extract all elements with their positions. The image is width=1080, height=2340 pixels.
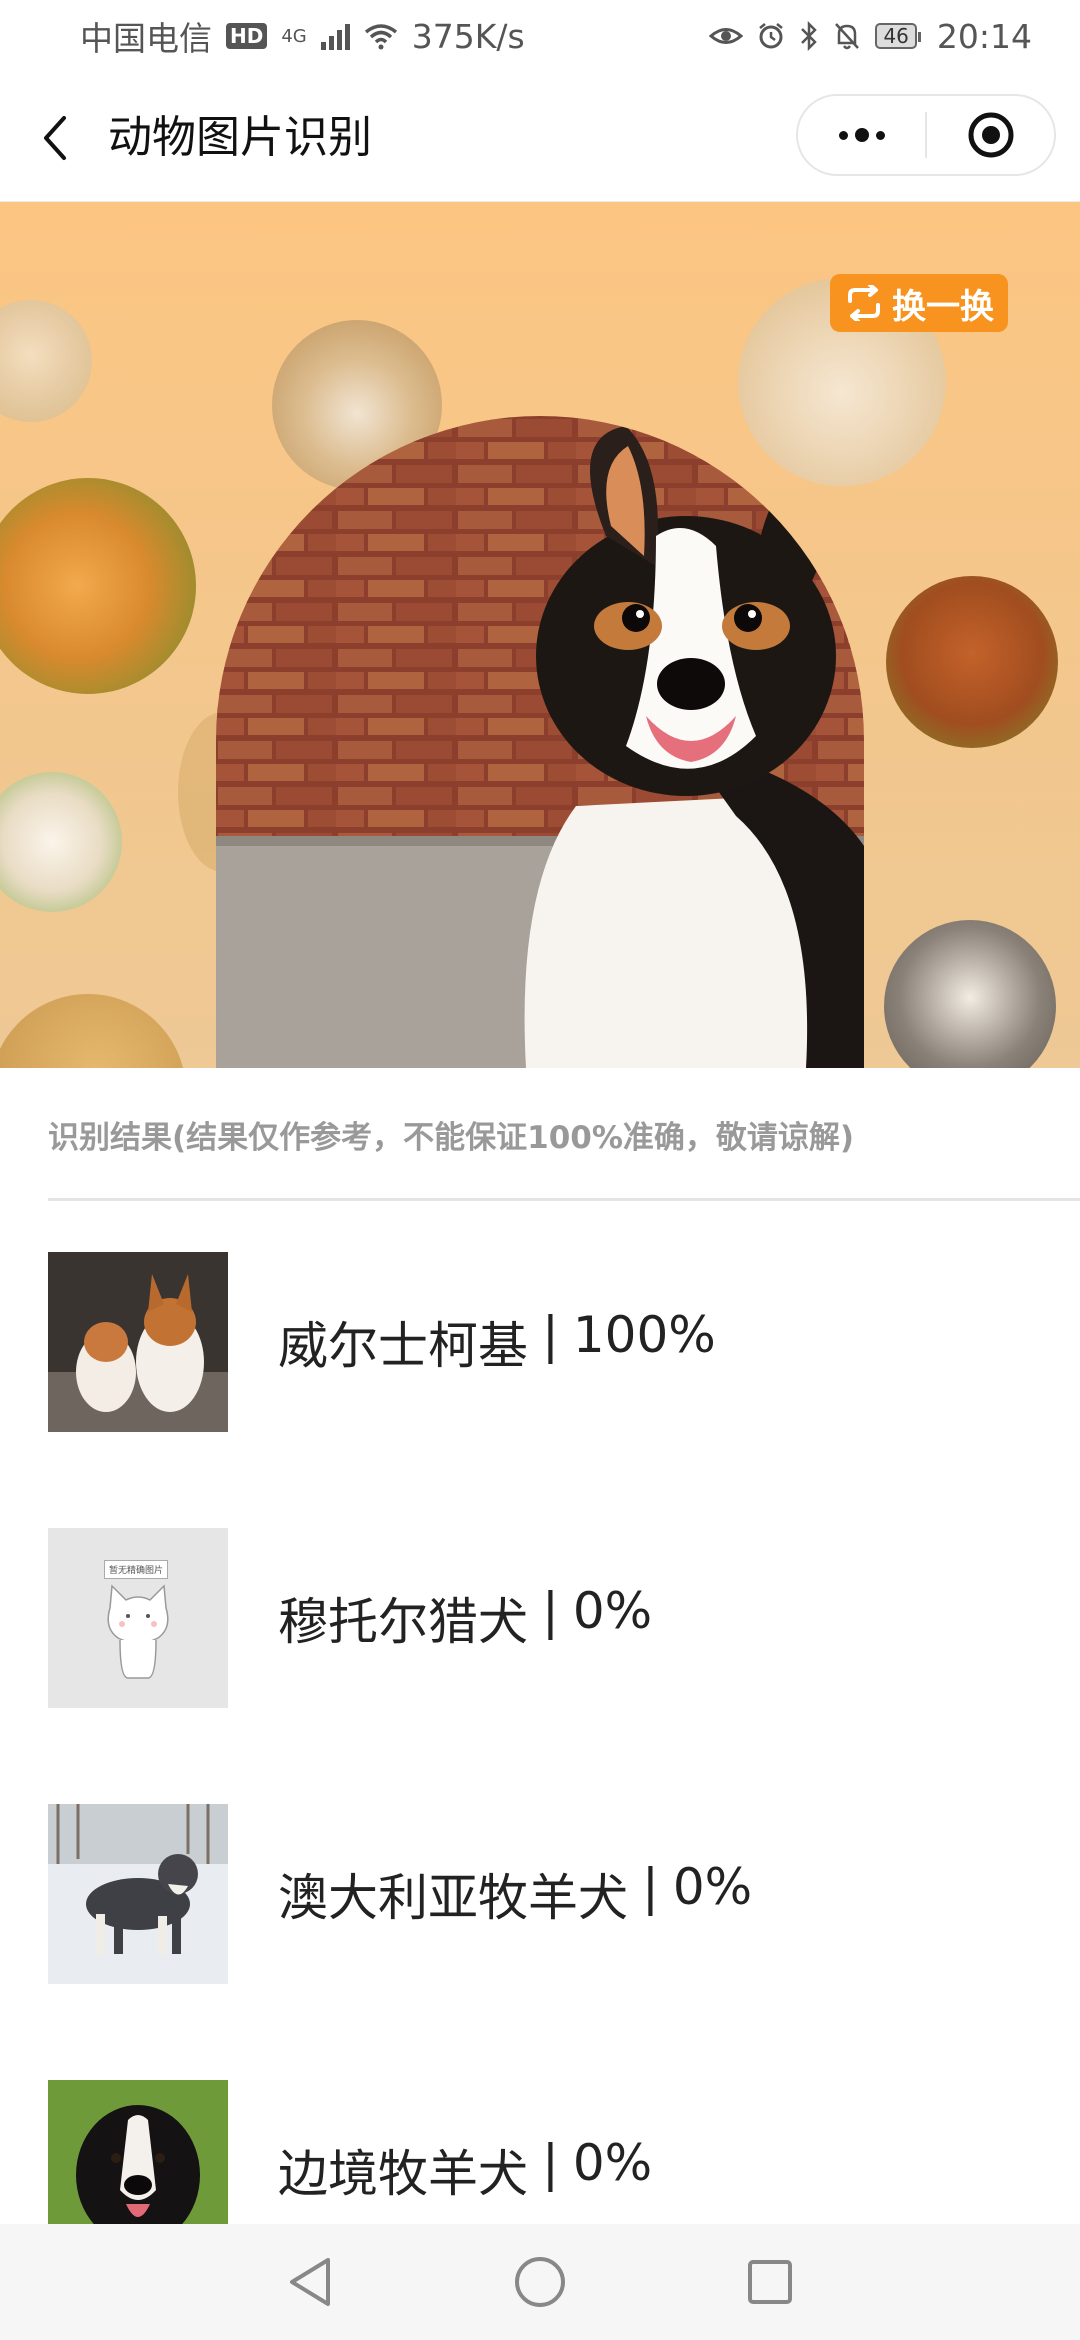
- more-icon: [838, 128, 885, 142]
- wifi-icon: [364, 24, 397, 50]
- result-name: 穆托尔猎犬: [278, 1593, 528, 1651]
- bubble-red-dog[interactable]: [886, 576, 1058, 748]
- clock: 20:14: [936, 16, 1032, 56]
- miniprogram-capsule: [796, 94, 1056, 176]
- result-thumbnail: [48, 1804, 228, 1984]
- result-separator: |: [542, 1582, 559, 1640]
- eye-icon: [709, 28, 744, 44]
- result-thumbnail: [48, 1252, 228, 1432]
- page-title: 动物图片识别: [108, 112, 372, 163]
- result-separator: |: [542, 2134, 559, 2192]
- signal-icon: [320, 22, 350, 50]
- corgi-thumbnail-icon: [48, 1252, 228, 1432]
- nav-home-button[interactable]: [500, 2242, 580, 2322]
- result-label: 穆托尔猎犬 | 0%: [278, 1582, 652, 1654]
- back-button[interactable]: [30, 110, 80, 166]
- hero-banner: 换一换: [0, 202, 1080, 1068]
- hd-badge: HD: [226, 23, 268, 49]
- aussie-thumbnail-icon: [48, 1804, 228, 1984]
- status-bar: 中国电信 HD 4G 375K/s 46 20:14: [0, 0, 1080, 72]
- bubble-bottom-left[interactable]: [0, 994, 186, 1068]
- result-score: 0%: [672, 1858, 753, 1916]
- network-type: 4G: [281, 26, 307, 47]
- result-separator: |: [642, 1858, 659, 1916]
- swap-label: 换一换: [892, 286, 994, 327]
- more-button[interactable]: [798, 96, 925, 174]
- nav-back-button[interactable]: [270, 2242, 350, 2322]
- refresh-icon: [848, 285, 880, 321]
- cat-placeholder-icon: [107, 1584, 169, 1679]
- triangle-back-icon: [290, 2258, 330, 2306]
- circle-home-icon: [515, 2257, 565, 2307]
- corgi-illustration: [216, 416, 864, 1068]
- result-label: 澳大利亚牧羊犬 | 0%: [278, 1858, 752, 1930]
- corgi-photo: [216, 416, 864, 1068]
- close-miniprogram-icon: [968, 112, 1013, 158]
- result-item[interactable]: 澳大利亚牧羊犬 | 0%: [48, 1804, 1048, 1984]
- bubble-white-dog[interactable]: [0, 772, 122, 912]
- carrier-label: 中国电信: [80, 19, 212, 58]
- bubble-husky[interactable]: [884, 920, 1056, 1068]
- result-name: 澳大利亚牧羊犬: [278, 1869, 628, 1927]
- battery-icon: 46: [875, 23, 922, 49]
- swap-button[interactable]: 换一换: [830, 274, 1008, 332]
- system-nav-bar: [0, 2224, 1080, 2340]
- result-divider: [48, 1198, 1080, 1201]
- back-icon: [44, 116, 66, 160]
- result-thumbnail: 暂无精确图片: [48, 1528, 228, 1708]
- result-score: 0%: [572, 2134, 653, 2192]
- result-label: 边境牧羊犬 | 0%: [278, 2134, 652, 2206]
- network-speed: 375K/s: [411, 16, 525, 56]
- result-item[interactable]: 暂无精确图片 穆托尔猎犬 | 0%: [48, 1528, 1048, 1708]
- title-bar: 动物图片识别: [0, 72, 1080, 202]
- result-separator: |: [542, 1306, 559, 1364]
- square-recents-icon: [748, 2260, 792, 2304]
- result-score: 100%: [572, 1306, 716, 1364]
- status-right: 46 20:14: [709, 17, 1032, 56]
- mute-bell-icon: [835, 23, 860, 50]
- result-name: 威尔士柯基: [278, 1317, 528, 1375]
- close-miniprogram-button[interactable]: [927, 96, 1054, 174]
- alarm-icon: [759, 23, 784, 49]
- result-name: 边境牧羊犬: [278, 2145, 528, 2203]
- status-left: 中国电信 HD 4G 375K/s: [80, 12, 525, 60]
- result-score: 0%: [572, 1582, 653, 1640]
- bubble-orange-cat[interactable]: [0, 478, 196, 694]
- result-label: 威尔士柯基 | 100%: [278, 1306, 716, 1378]
- bubble-dog-top-left[interactable]: [0, 300, 92, 422]
- result-item[interactable]: 威尔士柯基 | 100%: [48, 1252, 1048, 1432]
- nav-recents-button[interactable]: [730, 2242, 810, 2322]
- bluetooth-icon: [801, 21, 818, 51]
- result-header: 识别结果(结果仅作参考，不能保证100%准确，敬请谅解): [48, 1120, 855, 1156]
